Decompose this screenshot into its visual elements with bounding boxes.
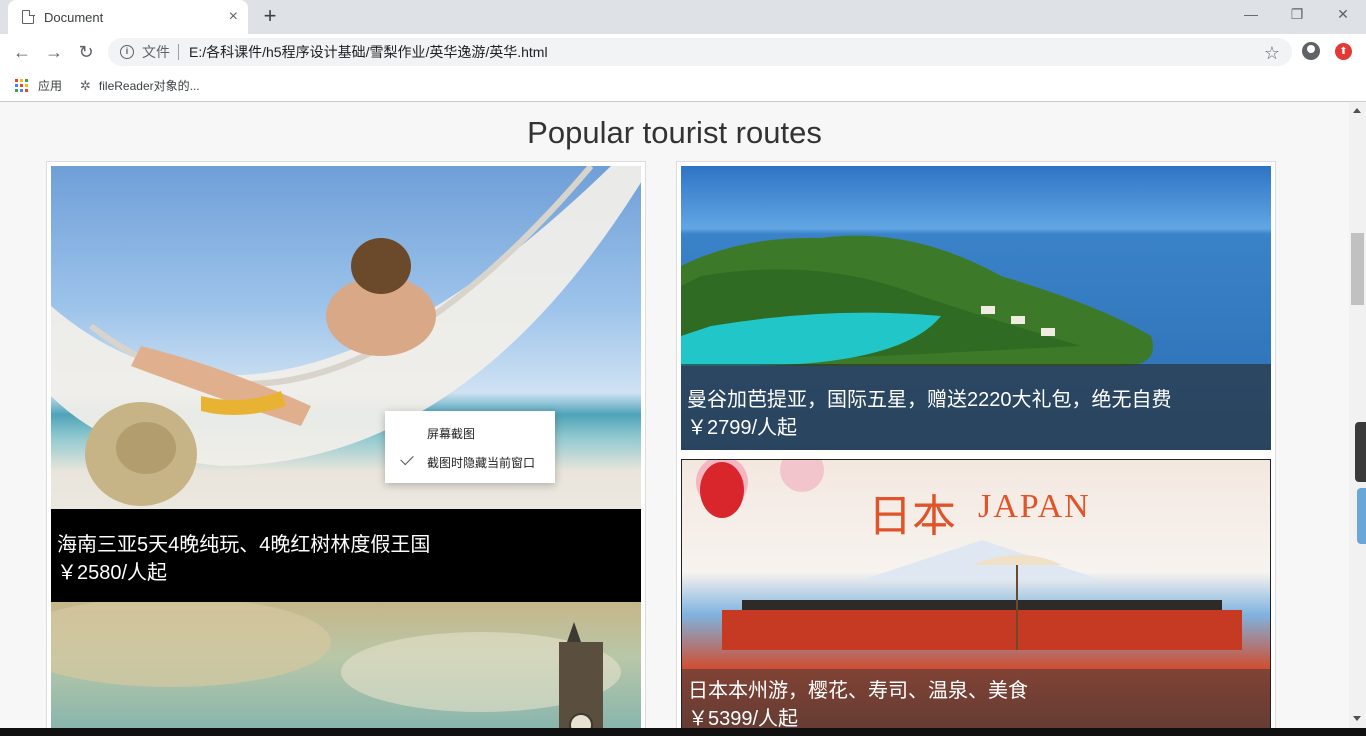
new-tab-button[interactable]: + <box>258 4 282 28</box>
tab-title: Document <box>44 9 104 25</box>
forward-icon[interactable]: → <box>42 40 66 64</box>
card-caption: 日本本州游，樱花、寿司、温泉、美食 ￥5399/人起 <box>682 669 1270 728</box>
checkmark-icon <box>400 451 414 466</box>
card-column-right: 曼谷加芭提亚，国际五星，赠送2220大礼包，绝无自费 ￥2799/人起 日本 J… <box>676 161 1276 728</box>
card-column-left: 海南三亚5天4晚纯玩、4晚红树林度假王国 ￥2580/人起 <box>46 161 646 728</box>
window-close-icon[interactable]: ✕ <box>1320 4 1366 26</box>
card-title: 日本本州游，樱花、寿司、温泉、美食 <box>688 680 1028 702</box>
address-bar[interactable]: i 文件 E:/各科课件/h5程序设计基础/雪梨作业/英华逸游/英华.html … <box>108 38 1292 66</box>
route-card[interactable]: 海南三亚5天4晚纯玩、4晚红树林度假王国 ￥2580/人起 <box>51 166 641 602</box>
profile-icon[interactable] <box>1302 42 1320 60</box>
scrollbar-thumb[interactable] <box>1351 233 1364 305</box>
page-viewport: Popular tourist routes 海南三亚5天4晚纯玩、4晚红树林度… <box>0 103 1349 728</box>
japan-photo <box>696 460 1242 650</box>
tab-close-icon[interactable]: × <box>229 8 238 26</box>
route-card[interactable]: 曼谷加芭提亚，国际五星，赠送2220大礼包，绝无自费 ￥2799/人起 <box>681 166 1271 450</box>
browser-toolbar: ← → ↻ i 文件 E:/各科课件/h5程序设计基础/雪梨作业/英华逸游/英华… <box>0 34 1366 70</box>
card-price: ￥2580/人起 <box>57 562 168 584</box>
card-price: ￥5399/人起 <box>688 708 799 728</box>
scroll-up-icon[interactable] <box>1353 108 1361 113</box>
browser-tab[interactable]: Document × <box>8 0 248 34</box>
page-title: Popular tourist routes <box>527 115 822 150</box>
route-card[interactable] <box>51 602 641 728</box>
url-text[interactable]: E:/各科课件/h5程序设计基础/雪梨作业/英华逸游/英华.html <box>189 42 548 62</box>
bookmark-label: 应用 <box>38 79 63 93</box>
japan-kanji-banner: 日本 <box>868 491 956 542</box>
bookmark-filereader[interactable]: ✲ fileReader对象的... <box>80 77 200 94</box>
gear-icon: ✲ <box>80 77 91 93</box>
side-widget[interactable] <box>1355 422 1366 482</box>
card-title: 海南三亚5天4晚纯玩、4晚红树林度假王国 <box>57 534 431 556</box>
document-icon <box>22 9 35 24</box>
card-title: 曼谷加芭提亚，国际五星，赠送2220大礼包，绝无自费 <box>687 389 1172 411</box>
card-caption: 海南三亚5天4晚纯玩、4晚红树林度假王国 ￥2580/人起 <box>51 509 641 602</box>
url-scheme-label: 文件 <box>142 44 170 60</box>
divider <box>178 44 179 60</box>
bookmarks-bar: 应用 ✲ fileReader对象的... <box>0 70 1366 102</box>
bookmark-label: fileReader对象的... <box>98 79 200 93</box>
scroll-down-icon[interactable] <box>1353 716 1361 721</box>
menu-item-hide-window[interactable]: 截图时隐藏当前窗口 <box>427 454 535 471</box>
card-price: ￥2799/人起 <box>687 417 798 439</box>
extension-icon[interactable]: ⬆ <box>1335 43 1352 60</box>
bookmark-star-icon[interactable]: ☆ <box>1264 43 1280 64</box>
island-photo <box>681 235 1153 366</box>
side-slider[interactable] <box>1357 488 1366 544</box>
card-caption: 曼谷加芭提亚，国际五星，赠送2220大礼包，绝无自费 ￥2799/人起 <box>681 364 1271 450</box>
route-card[interactable]: 日本 JAPAN 日本本州游，樱花、寿司、温泉、美食 ￥5399/人起 <box>681 459 1271 728</box>
bookmark-apps[interactable]: 应用 <box>15 77 62 94</box>
menu-item-screenshot[interactable]: 屏幕截图 <box>427 425 475 442</box>
taskbar <box>0 728 1366 736</box>
page-scrollbar[interactable] <box>1349 103 1366 728</box>
apps-icon <box>15 79 28 92</box>
minimize-icon[interactable]: — <box>1228 4 1274 26</box>
tab-bar: Document × + — ❐ ✕ <box>0 0 1366 34</box>
context-menu: 屏幕截图 截图时隐藏当前窗口 <box>385 411 555 483</box>
japan-latin-banner: JAPAN <box>978 488 1091 525</box>
reload-icon[interactable]: ↻ <box>74 40 98 64</box>
restore-icon[interactable]: ❐ <box>1274 4 1320 26</box>
back-icon[interactable]: ← <box>10 40 34 64</box>
big-ben-photo <box>51 602 621 728</box>
info-icon[interactable]: i <box>120 45 134 59</box>
